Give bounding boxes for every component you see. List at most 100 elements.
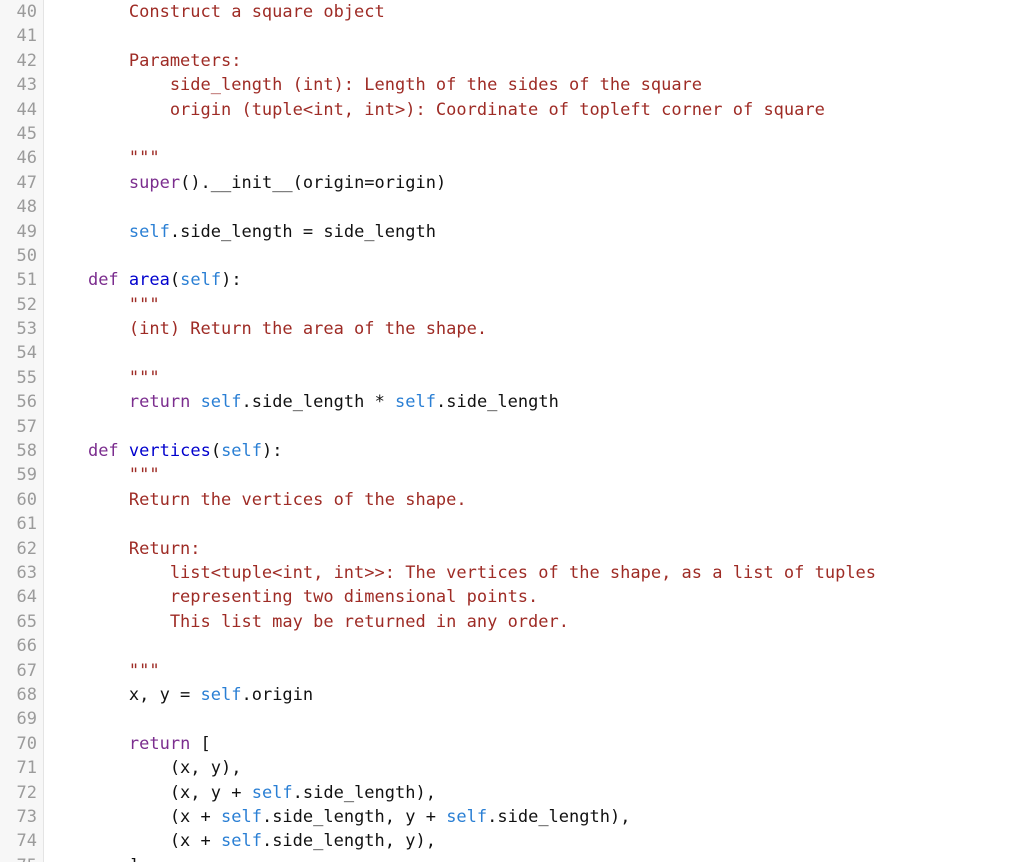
code-token: .side_length * — [241, 392, 396, 413]
code-line[interactable]: (x + self.side_length, y + self.side_len… — [47, 805, 1024, 829]
code-line[interactable]: def vertices(self): — [47, 439, 1024, 463]
code-token: self — [180, 270, 222, 291]
line-number: 67 — [16, 660, 37, 681]
code-token: .origin — [241, 684, 314, 705]
code-line[interactable]: Parameters: — [47, 49, 1024, 73]
code-line[interactable]: side_length (int): Length of the sides o… — [47, 73, 1024, 97]
code-line[interactable] — [47, 24, 1024, 48]
code-line[interactable]: """ — [47, 659, 1024, 683]
code-line[interactable] — [47, 512, 1024, 536]
code-line[interactable] — [47, 341, 1024, 365]
line-number: 66 — [16, 636, 37, 657]
line-number: 41 — [16, 26, 37, 47]
line-number: 73 — [16, 806, 37, 827]
code-token: (x, y), — [47, 758, 242, 779]
code-token: .side_length — [436, 392, 559, 413]
code-token: """ — [47, 148, 160, 169]
code-token: area — [128, 270, 170, 291]
line-number: 74 — [16, 831, 37, 852]
code-token: ): — [262, 441, 283, 462]
code-token: ().__init__(origin=origin) — [180, 172, 447, 193]
code-token: (x + — [47, 806, 221, 827]
code-token: Return: — [47, 538, 201, 559]
code-line[interactable]: (int) Return the area of the shape. — [47, 317, 1024, 341]
code-line[interactable]: origin (tuple<int, int>): Coordinate of … — [47, 98, 1024, 122]
code-line[interactable]: Return: — [47, 537, 1024, 561]
code-line[interactable]: super().__init__(origin=origin) — [47, 171, 1024, 195]
code-token: ( — [210, 441, 222, 462]
line-number: 43 — [16, 75, 37, 96]
code-line[interactable]: (x, y), — [47, 756, 1024, 780]
code-line[interactable]: """ — [47, 463, 1024, 487]
code-token: (x, y + — [47, 782, 252, 803]
code-token: .side_length), — [292, 782, 436, 803]
code-token: self — [446, 806, 488, 827]
line-number: 42 — [16, 50, 37, 71]
code-token: super — [128, 172, 181, 193]
code-line[interactable]: def area(self): — [47, 268, 1024, 292]
line-number: 52 — [16, 294, 37, 315]
code-token: (x + — [47, 831, 221, 852]
code-token: def — [87, 270, 119, 291]
code-token: return — [128, 733, 191, 754]
code-line[interactable]: """ — [47, 366, 1024, 390]
line-number: 53 — [16, 319, 37, 340]
line-number: 75 — [0, 854, 43, 862]
code-text-area[interactable]: Construct a square object Parameters: si… — [44, 0, 1024, 862]
line-number: 63 — [16, 562, 37, 583]
code-token: return — [128, 392, 191, 413]
code-line[interactable] — [47, 707, 1024, 731]
code-line[interactable]: return [ — [47, 732, 1024, 756]
code-token: representing two dimensional points. — [47, 587, 539, 608]
code-line[interactable]: (x, y + self.side_length), — [47, 781, 1024, 805]
code-line[interactable]: Return the vertices of the shape. — [47, 488, 1024, 512]
code-line[interactable]: This list may be returned in any order. — [47, 610, 1024, 634]
code-line[interactable]: """ — [47, 146, 1024, 170]
code-line[interactable]: (x + self.side_length, y), — [47, 829, 1024, 853]
code-line[interactable]: list<tuple<int, int>>: The vertices of t… — [47, 561, 1024, 585]
code-line[interactable]: self.side_length = side_length — [47, 220, 1024, 244]
code-token: This list may be returned in any order. — [47, 611, 569, 632]
line-number: 65 — [16, 611, 37, 632]
code-token: .side_length, y), — [261, 831, 436, 852]
code-token: .side_length = side_length — [169, 221, 436, 242]
code-token: """ — [47, 465, 160, 486]
code-token: """ — [47, 660, 160, 681]
code-line[interactable] — [47, 195, 1024, 219]
line-number: 57 — [16, 416, 37, 437]
code-line[interactable]: Construct a square object — [47, 0, 1024, 24]
code-token: vertices — [128, 441, 211, 462]
code-line[interactable] — [47, 122, 1024, 146]
code-line[interactable]: representing two dimensional points. — [47, 585, 1024, 609]
code-token: Return the vertices of the shape. — [47, 489, 467, 510]
code-line[interactable]: x, y = self.origin — [47, 683, 1024, 707]
code-token: self — [395, 392, 436, 413]
code-token: self — [251, 782, 293, 803]
code-token: .side_length), — [487, 806, 631, 827]
line-number: 68 — [16, 684, 37, 705]
code-line[interactable]: return self.side_length * self.side_leng… — [47, 390, 1024, 414]
code-line[interactable]: """ — [47, 293, 1024, 317]
code-line[interactable]: ] — [47, 854, 1024, 862]
code-token: self — [221, 831, 262, 852]
code-line[interactable] — [47, 244, 1024, 268]
line-number: 69 — [16, 709, 37, 730]
code-line[interactable] — [47, 634, 1024, 658]
code-token: .side_length, y + — [261, 806, 447, 827]
code-token: self — [221, 806, 262, 827]
code-line[interactable] — [47, 415, 1024, 439]
code-token: [ — [190, 733, 211, 754]
line-number: 48 — [16, 197, 37, 218]
code-token: ] — [47, 856, 139, 862]
line-number: 58 — [16, 441, 37, 462]
line-number: 55 — [16, 367, 37, 388]
